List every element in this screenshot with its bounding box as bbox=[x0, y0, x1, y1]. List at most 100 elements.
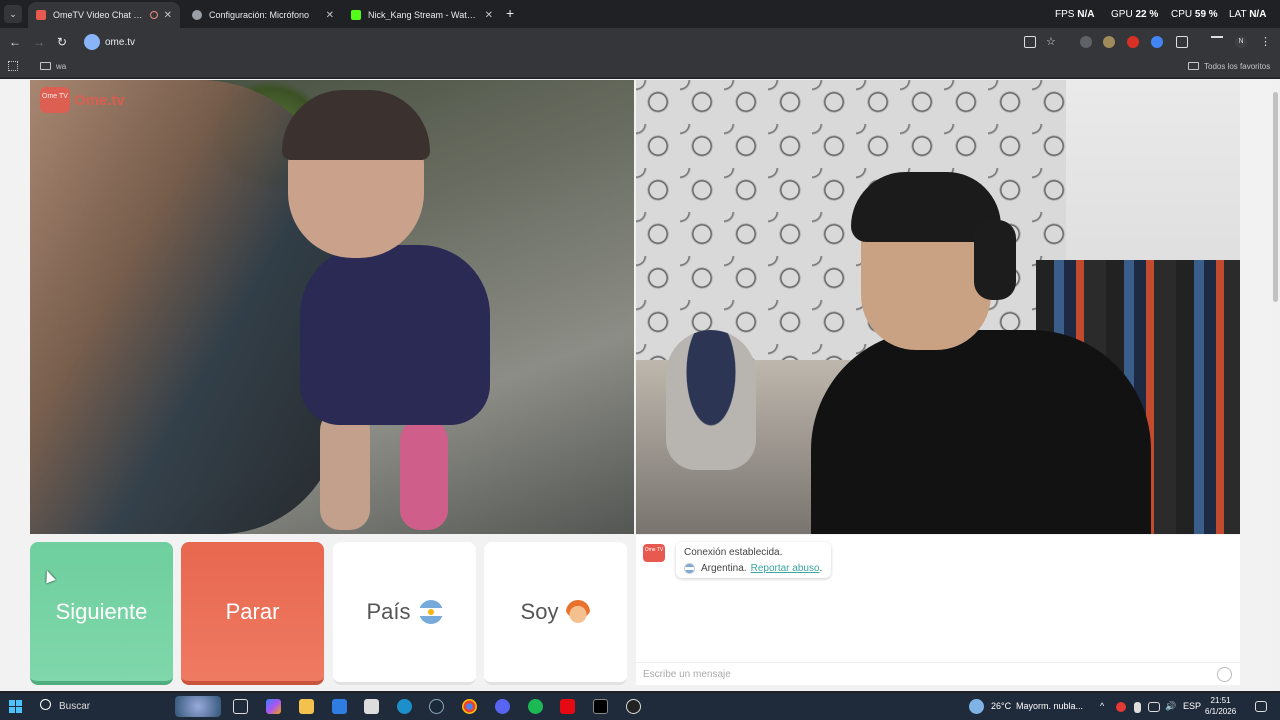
tab-ometv[interactable]: OmeTV Video Chat — Ome ✕ bbox=[28, 2, 180, 28]
fps-readout: FPS N/A bbox=[1055, 9, 1095, 20]
emoji-icon[interactable] bbox=[1217, 667, 1232, 682]
url-text[interactable]: ome.tv bbox=[105, 37, 135, 48]
search-highlight-icon bbox=[175, 696, 221, 717]
close-icon[interactable]: ✕ bbox=[326, 10, 334, 21]
search-icon[interactable] bbox=[40, 699, 51, 710]
notifications-icon[interactable] bbox=[1255, 701, 1267, 712]
all-bookmarks[interactable]: Todos los favoritos bbox=[1204, 62, 1270, 71]
tab-title: Nick_Kang Stream - Watch Live bbox=[368, 10, 479, 20]
cpu-readout: CPU 59 % bbox=[1171, 9, 1218, 20]
bookmarks-bar: wa Todos los favoritos bbox=[0, 56, 1280, 78]
tab-title: Configuración: Micrófono bbox=[209, 10, 310, 20]
system-message: Conexión establecida. Argentina. Reporta… bbox=[676, 542, 831, 578]
gpu-readout: GPU 22 % bbox=[1111, 9, 1159, 20]
apps-grid-icon[interactable] bbox=[8, 61, 18, 71]
mail-icon[interactable] bbox=[332, 699, 347, 714]
gender-button-label: Soy bbox=[520, 599, 559, 624]
chrome-icon[interactable] bbox=[462, 699, 477, 714]
bookmark-folder-wa[interactable]: wa bbox=[56, 62, 66, 71]
keyboard-language[interactable]: ESP bbox=[1183, 701, 1201, 711]
windows-taskbar: Buscar 26°C Mayorm. nubla... ^ 🔊 ESP 21:… bbox=[0, 693, 1280, 720]
steam-icon[interactable] bbox=[429, 699, 444, 714]
tab-kick-stream[interactable]: Nick_Kang Stream - Watch Live ✕ bbox=[343, 2, 501, 28]
ometv-favicon-icon bbox=[36, 10, 46, 20]
folder-icon bbox=[40, 62, 51, 70]
windows-start-icon[interactable] bbox=[9, 700, 22, 713]
copilot-icon[interactable] bbox=[266, 699, 281, 714]
clock-date: 6/1/2026 bbox=[1205, 707, 1237, 716]
forward-icon[interactable]: → bbox=[33, 35, 45, 49]
store-icon[interactable] bbox=[364, 699, 379, 714]
tab-search-button[interactable]: ⌄ bbox=[4, 5, 22, 23]
extension-icon[interactable] bbox=[1151, 36, 1163, 48]
argentina-flag-icon bbox=[418, 600, 443, 624]
stop-button-label: Parar bbox=[225, 598, 280, 624]
country-button-label: País bbox=[366, 599, 411, 624]
bookmark-star-icon[interactable]: ☆ bbox=[1046, 36, 1058, 48]
chevron-up-icon[interactable]: ^ bbox=[1100, 701, 1104, 711]
remote-video bbox=[30, 80, 634, 534]
edge-icon[interactable] bbox=[397, 699, 412, 714]
stop-button[interactable]: Parar bbox=[181, 542, 324, 685]
next-button-label: Siguiente bbox=[55, 598, 148, 624]
video-figure-leg bbox=[400, 420, 448, 530]
microphone-icon[interactable] bbox=[1134, 702, 1141, 713]
video-headphones bbox=[974, 220, 1016, 300]
lat-readout: LAT N/A bbox=[1229, 9, 1267, 20]
extensions-puzzle-icon[interactable] bbox=[1176, 36, 1188, 48]
report-abuse-link[interactable]: Reportar abuso bbox=[751, 563, 820, 574]
address-bar[interactable] bbox=[80, 31, 1070, 53]
argentina-flag-icon bbox=[684, 563, 695, 574]
video-person-body bbox=[811, 330, 1151, 534]
profile-avatar[interactable]: N bbox=[1235, 36, 1247, 48]
ometv-logo-icon: Ome TV bbox=[40, 87, 70, 113]
tab-microphone-settings[interactable]: Configuración: Micrófono ✕ bbox=[184, 2, 342, 28]
message-input[interactable]: Escribe un mensaje bbox=[636, 662, 1240, 685]
report-suffix: . bbox=[819, 563, 823, 574]
media-player-icon[interactable] bbox=[560, 699, 575, 714]
menu-icon[interactable]: ⋮ bbox=[1260, 36, 1272, 48]
tab-title: OmeTV Video Chat — Ome bbox=[53, 10, 146, 20]
file-explorer-icon[interactable] bbox=[299, 699, 314, 714]
site-info-icon[interactable] bbox=[84, 34, 100, 50]
video-figure-leg bbox=[320, 410, 370, 530]
capcut-icon[interactable] bbox=[593, 699, 608, 714]
new-tab-button[interactable]: + bbox=[506, 5, 514, 21]
next-button[interactable]: Siguiente bbox=[30, 542, 173, 685]
weather-icon[interactable] bbox=[969, 699, 984, 714]
extension-icon[interactable] bbox=[1080, 36, 1092, 48]
tab-strip: ⌄ OmeTV Video Chat — Ome ✕ Configuración… bbox=[0, 0, 1280, 28]
task-view-icon[interactable] bbox=[233, 699, 248, 714]
reload-icon[interactable]: ↻ bbox=[57, 35, 67, 49]
adblock-icon[interactable] bbox=[1127, 36, 1139, 48]
weather-desc[interactable]: Mayorm. nubla... bbox=[1016, 701, 1083, 711]
back-icon[interactable]: ← bbox=[9, 35, 21, 49]
recording-icon bbox=[149, 11, 158, 19]
video-plush-toy bbox=[666, 330, 756, 470]
kick-favicon-icon bbox=[351, 10, 361, 20]
gender-button[interactable]: Soy bbox=[484, 542, 627, 685]
tray-app-icon[interactable] bbox=[1116, 702, 1126, 712]
volume-icon[interactable]: 🔊 bbox=[1165, 701, 1176, 712]
obs-icon[interactable] bbox=[626, 699, 641, 714]
country-button[interactable]: País bbox=[333, 542, 476, 685]
close-icon[interactable]: ✕ bbox=[164, 10, 172, 21]
discord-icon[interactable] bbox=[495, 699, 510, 714]
partner-country: Argentina. bbox=[701, 563, 747, 574]
local-video bbox=[636, 80, 1240, 534]
taskbar-search[interactable]: Buscar bbox=[59, 701, 90, 712]
extension-icon[interactable] bbox=[1103, 36, 1115, 48]
network-icon[interactable] bbox=[1148, 702, 1160, 712]
connection-status: Conexión establecida. bbox=[684, 547, 783, 558]
taskbar-clock[interactable]: 21:51 6/1/2026 bbox=[1205, 695, 1236, 717]
scrollbar-thumb[interactable] bbox=[1273, 92, 1278, 302]
spotify-icon[interactable] bbox=[528, 699, 543, 714]
video-child-figure bbox=[300, 245, 490, 425]
ometv-logo: Ome TV Ome.tv bbox=[40, 87, 125, 113]
weather-temp[interactable]: 26°C bbox=[991, 701, 1011, 711]
chat-panel: Ome TV Conexión establecida. Argentina. … bbox=[636, 535, 1240, 685]
close-icon[interactable]: ✕ bbox=[485, 10, 493, 21]
cast-icon[interactable] bbox=[1024, 36, 1036, 48]
reading-list-icon[interactable] bbox=[1211, 36, 1223, 48]
boy-face-icon bbox=[566, 600, 591, 624]
